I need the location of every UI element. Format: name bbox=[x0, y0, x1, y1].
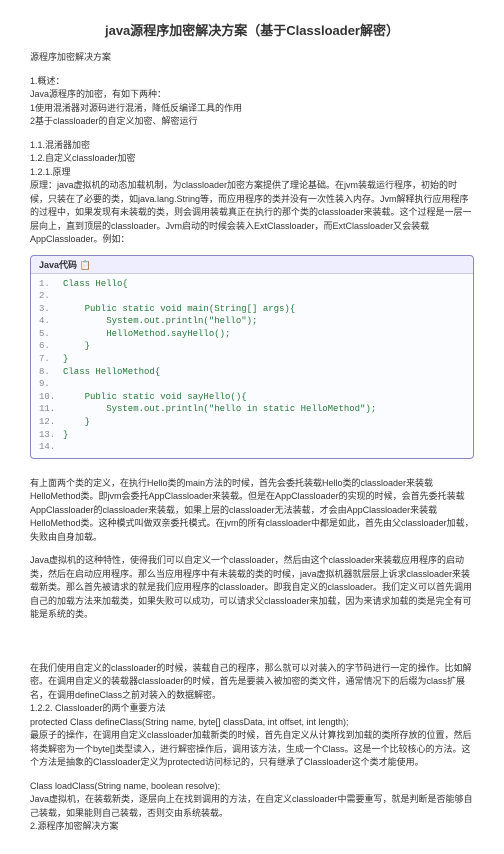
text-1-1: Java源程序的加密，有如下两种： bbox=[30, 88, 474, 102]
paragraph-3: Java虚拟机的这种特性，使得我们可以自定义一个classloader，然后由这… bbox=[30, 554, 474, 622]
code-header: Java代码 📋 bbox=[31, 256, 473, 274]
section-1: 1.概述： bbox=[30, 75, 474, 89]
section-1-2-1: 1.2.1.原理 bbox=[30, 166, 474, 180]
text-1-2: 1使用混淆器对源码进行混淆，降低反编译工具的作用 bbox=[30, 102, 474, 116]
paragraph-2: 有上面两个类的定义，在执行Hello类的main方法的时候，首先会委托装载Hel… bbox=[30, 477, 474, 545]
code-line: 4. System.out.println("hello"); bbox=[31, 315, 473, 328]
code-line: 11. System.out.println("hello in static … bbox=[31, 403, 473, 416]
copy-icon[interactable]: 📋 bbox=[80, 260, 91, 270]
method-1-sig: protected Class defineClass(String name,… bbox=[30, 716, 474, 730]
code-line: 5. HelloMethod.sayHello(); bbox=[31, 328, 473, 341]
code-line: 12. } bbox=[31, 416, 473, 429]
text-1-3: 2基于classloader的自定义加密、解密运行 bbox=[30, 115, 474, 129]
code-line: 1.Class Hello{ bbox=[31, 278, 473, 291]
paragraph-4: 在我们使用自定义的classloader的时候，装载自己的程序，那么就可以对装入… bbox=[30, 662, 474, 703]
code-line: 13.} bbox=[31, 429, 473, 442]
paragraph-principle: 原理：java虚拟机的动态加载机制，为classloader加密方案提供了理论基… bbox=[30, 179, 474, 247]
code-line: 14. bbox=[31, 441, 473, 454]
code-line: 9. bbox=[31, 378, 473, 391]
code-line: 6. } bbox=[31, 340, 473, 353]
paragraph-8: Java虚拟机，在装载新类，逐层向上在找到调用的方法，在自定义classload… bbox=[30, 793, 474, 820]
code-line: 2. bbox=[31, 290, 473, 303]
paragraph-6: 最原子的操作，在调用自定义classloader加载新类的时候，首先自定义从计算… bbox=[30, 729, 474, 770]
method-2-sig: Class loadClass(String name, boolean res… bbox=[30, 780, 474, 794]
page-title: java源程序加密解决方案（基于Classloader解密） bbox=[30, 20, 474, 39]
code-line: 7.} bbox=[31, 353, 473, 366]
code-block: Java代码 📋 1.Class Hello{2.3. Public stati… bbox=[30, 255, 474, 459]
section-2: 2.源程序加密解决方案 bbox=[30, 820, 474, 834]
intro-text: 源程序加密解决方案 bbox=[30, 51, 474, 65]
code-line: 8.Class HelloMethod{ bbox=[31, 366, 473, 379]
section-1-2-2: 1.2.2. Classloader的两个重要方法 bbox=[30, 702, 474, 716]
code-line: 3. Public static void main(String[] args… bbox=[31, 303, 473, 316]
code-line: 10. Public static void sayHello(){ bbox=[31, 391, 473, 404]
section-1-1: 1.1.混淆器加密 bbox=[30, 139, 474, 153]
section-1-2: 1.2.自定义classloader加密 bbox=[30, 152, 474, 166]
